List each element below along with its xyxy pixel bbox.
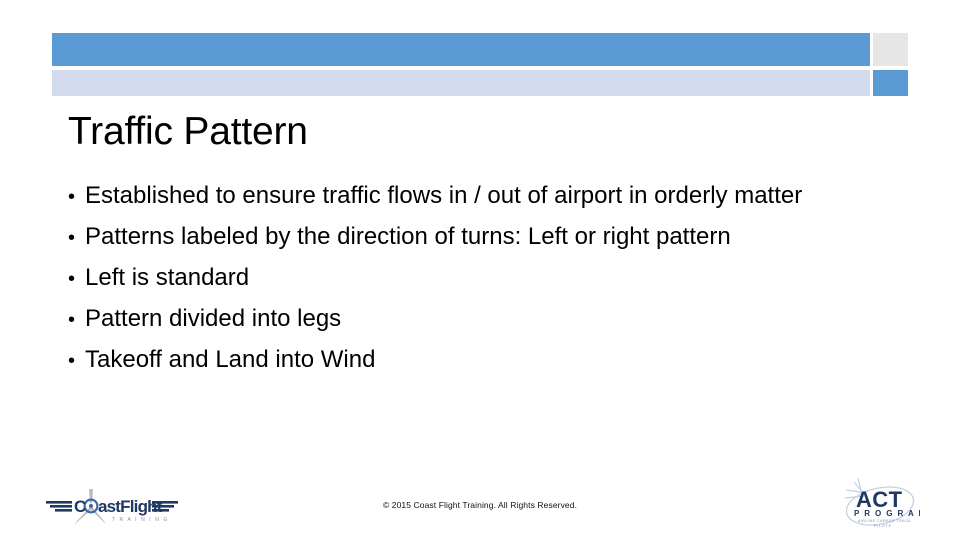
bullet-point-icon: •	[68, 350, 76, 372]
coastflight-training-logo: C astFlight T R A I N I N G	[46, 483, 178, 529]
page-title: Traffic Pattern	[68, 110, 308, 153]
list-item-label: Pattern divided into legs	[85, 305, 342, 332]
header-bar-secondary	[52, 70, 870, 96]
list-item-label: Established to ensure traffic flows in /…	[85, 182, 803, 209]
header-bar-primary	[52, 33, 870, 66]
list-item-label: Takeoff and Land into Wind	[85, 346, 376, 373]
header-accent-gray-block	[873, 33, 908, 66]
bullet-point-icon: •	[68, 268, 76, 290]
bullet-point-icon: •	[68, 186, 76, 208]
list-item: • Left is standard	[68, 258, 898, 299]
header-accent-blue-block	[873, 70, 908, 96]
prop-hub-center-icon	[88, 503, 94, 509]
wing-left-icon	[46, 501, 72, 512]
header-decoration-band	[0, 0, 960, 110]
bullet-list: • Established to ensure traffic flows in…	[68, 176, 898, 381]
act-subwordmark: P R O G R A M	[854, 509, 920, 518]
coastflight-wordmark-rest: astFlight	[98, 497, 163, 516]
list-item: • Pattern divided into legs	[68, 299, 898, 340]
coastflight-wordmark: C	[74, 497, 86, 516]
list-item: • Takeoff and Land into Wind	[68, 340, 898, 381]
coastflight-subwordmark: T R A I N I N G	[112, 517, 169, 523]
bullet-point-icon: •	[68, 309, 76, 331]
list-item: • Patterns labeled by the direction of t…	[68, 217, 898, 258]
act-tagline-line1: AIRLINE CAREER TRACK	[858, 519, 911, 523]
list-item-label: Left is standard	[85, 264, 250, 291]
act-tagline-line2: PILOTS	[874, 524, 892, 528]
bullet-point-icon: •	[68, 227, 76, 249]
list-item-label: Patterns labeled by the direction of tur…	[85, 223, 731, 250]
list-item: • Established to ensure traffic flows in…	[68, 176, 898, 217]
act-program-logo: ACT P R O G R A M AIRLINE CAREER TRACK P…	[836, 476, 920, 532]
